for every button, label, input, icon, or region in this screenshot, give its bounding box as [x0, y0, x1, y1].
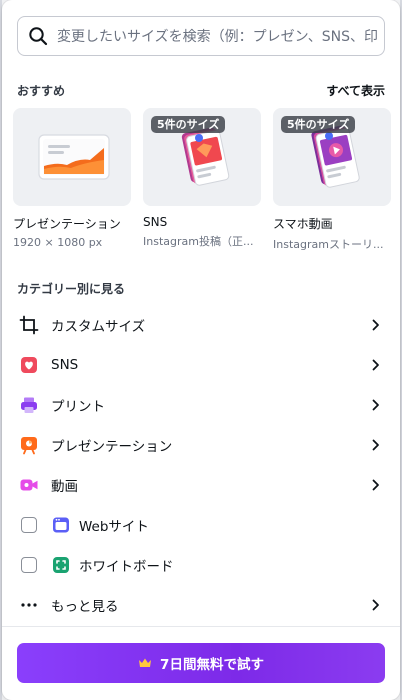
crown-icon	[139, 658, 152, 667]
chevron-right-icon	[372, 479, 379, 491]
chevron-right-icon	[372, 359, 379, 371]
heart-icon	[19, 355, 39, 375]
card-sub: 1920 × 1080 px	[13, 236, 103, 249]
printer-icon	[19, 395, 39, 415]
category-whiteboard[interactable]: ホワイトボード	[2, 545, 400, 585]
show-all-link[interactable]: すべて表示	[326, 82, 385, 99]
search-icon	[29, 27, 48, 46]
chevron-right-icon	[372, 599, 379, 611]
footer: 7日間無料で試す	[2, 626, 400, 700]
card-presentation[interactable]: プレゼンテーション 1920 × 1080 px	[13, 108, 131, 252]
card-thumbnail	[13, 108, 131, 206]
category-label: カスタムサイズ	[51, 319, 146, 335]
card-name: スマホ動画	[273, 217, 333, 231]
more-icon	[19, 595, 39, 615]
recommended-cards: プレゼンテーション 1920 × 1080 px 5件のサイズ SNS Inst…	[13, 108, 391, 252]
card-name: SNS	[143, 215, 168, 229]
card-thumbnail: 5件のサイズ	[143, 108, 261, 206]
recommended-title: おすすめ	[17, 84, 66, 98]
card-mobile-video[interactable]: 5件のサイズ スマホ動画 Instagramストーリ...	[273, 108, 391, 252]
category-presentation[interactable]: プレゼンテーション	[2, 425, 400, 465]
chevron-right-icon	[372, 319, 379, 331]
website-icon	[51, 515, 71, 535]
card-sns[interactable]: 5件のサイズ SNS Instagram投稿（正...	[143, 108, 261, 252]
free-trial-label: 7日間無料で試す	[160, 657, 264, 673]
website-checkbox[interactable]	[21, 517, 37, 533]
categories-title: カテゴリー別に見る	[17, 282, 126, 296]
search-input[interactable]: 変更したいサイズを検索（例：プレゼン、SNS、印	[17, 16, 385, 56]
category-more[interactable]: もっと見る	[2, 585, 400, 625]
chevron-right-icon	[372, 439, 379, 451]
chevron-right-icon	[372, 399, 379, 411]
crop-icon	[19, 315, 39, 335]
recommended-header: おすすめ すべて表示	[17, 82, 385, 99]
card-sub: Instagram投稿（正...	[143, 235, 254, 248]
category-custom-size[interactable]: カスタムサイズ	[2, 305, 400, 345]
category-list: カスタムサイズ SNS プリント プレゼンテーション 動画 Webサイト ホワイ…	[2, 305, 400, 625]
category-sns[interactable]: SNS	[2, 345, 400, 385]
card-thumbnail: 5件のサイズ	[273, 108, 391, 206]
search-placeholder: 変更したいサイズを検索（例：プレゼン、SNS、印	[57, 29, 378, 45]
category-label: 動画	[51, 479, 78, 495]
category-label: プリント	[51, 399, 105, 415]
free-trial-button[interactable]: 7日間無料で試す	[17, 643, 385, 683]
category-label: SNS	[51, 357, 79, 373]
category-label: ホワイトボード	[79, 559, 174, 575]
category-video[interactable]: 動画	[2, 465, 400, 505]
size-count-badge: 5件のサイズ	[281, 116, 356, 133]
card-sub: Instagramストーリ...	[273, 238, 384, 251]
category-website[interactable]: Webサイト	[2, 505, 400, 545]
whiteboard-checkbox[interactable]	[21, 557, 37, 573]
category-print[interactable]: プリント	[2, 385, 400, 425]
resize-panel: 変更したいサイズを検索（例：プレゼン、SNS、印 おすすめ すべて表示 プレゼン…	[2, 0, 400, 700]
category-label: もっと見る	[51, 599, 119, 615]
whiteboard-icon	[51, 555, 71, 575]
size-count-badge: 5件のサイズ	[151, 116, 226, 133]
card-name: プレゼンテーション	[13, 217, 121, 231]
presentation-icon	[19, 435, 39, 455]
presentation-thumbnail-icon	[38, 134, 110, 180]
video-icon	[19, 475, 39, 495]
category-label: Webサイト	[79, 519, 149, 535]
category-label: プレゼンテーション	[51, 439, 173, 455]
